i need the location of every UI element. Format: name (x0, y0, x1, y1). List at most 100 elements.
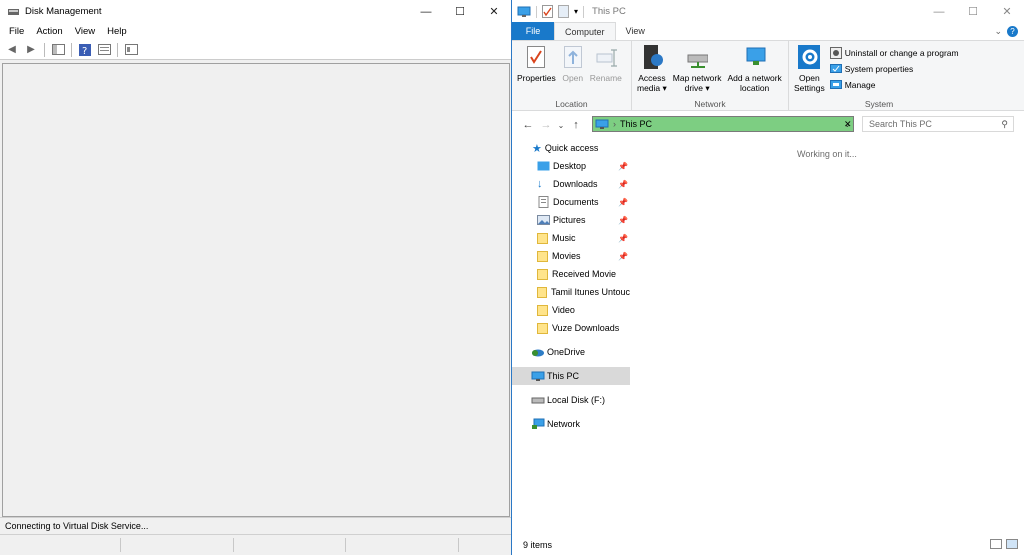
title-bar[interactable]: Disk Management — ☐ ✕ (0, 0, 511, 23)
nav-label: Received Movie (552, 269, 617, 279)
details-view-icon[interactable] (990, 539, 1002, 549)
nav-documents[interactable]: Documents 📌 (512, 193, 630, 211)
open-label: Open (562, 73, 584, 83)
forward-arrow-icon[interactable]: → (537, 119, 555, 131)
up-arrow-icon[interactable]: ↑ (567, 119, 585, 131)
svg-text:?: ? (82, 46, 87, 56)
maximize-button[interactable]: ☐ (956, 0, 990, 23)
back-arrow-icon[interactable]: ◀ (4, 43, 20, 57)
address-text: This PC (620, 119, 653, 129)
manage-icon (829, 79, 842, 89)
address-bar-row: ← → ⌄ ↑ › This PC ⌄ ✕ Search This PC ⚲ (512, 111, 1024, 139)
pin-icon: 📌 (618, 179, 628, 189)
menu-action[interactable]: Action (30, 26, 68, 37)
console-view-icon[interactable] (123, 43, 139, 57)
nav-movies[interactable]: Movies 📌 (512, 247, 630, 265)
nav-label: Local Disk (F:) (547, 395, 606, 405)
recent-locations-icon[interactable]: ⌄ (555, 121, 567, 130)
file-explorer-window: ▾ This PC — ☐ ✕ File Computer View ⌄ ? P… (512, 0, 1024, 555)
map-drive-label: Map network (672, 73, 722, 83)
pin-icon: 📌 (618, 251, 628, 261)
uninstall-program-button[interactable]: Uninstall or change a program (829, 46, 959, 59)
expand-ribbon-icon[interactable]: ⌄ (994, 26, 1002, 36)
customize-qat-icon[interactable]: ▾ (574, 7, 578, 16)
title-bar[interactable]: ▾ This PC — ☐ ✕ (512, 0, 1024, 23)
download-arrow-icon: ↓ (537, 178, 543, 190)
folder-icon (537, 232, 548, 244)
menu-view[interactable]: View (69, 26, 101, 37)
search-input[interactable]: Search This PC ⚲ (862, 116, 1014, 132)
large-icons-view-icon[interactable] (1006, 539, 1018, 549)
nav-label: Tamil Itunes Untouc (550, 287, 630, 297)
system-group-label: System (864, 99, 894, 109)
uninstall-label: Uninstall or change a program (844, 47, 959, 58)
properties-icon (525, 44, 547, 70)
desktop-icon (537, 161, 550, 170)
nav-downloads[interactable]: ↓ Downloads 📌 (512, 175, 630, 193)
back-arrow-icon[interactable]: ← (519, 119, 537, 131)
tab-file[interactable]: File (512, 22, 554, 40)
network-drive-icon (686, 44, 709, 70)
access-media-label: Access (638, 73, 666, 83)
close-button[interactable]: ✕ (477, 0, 511, 23)
properties-quick-icon[interactable] (542, 5, 553, 18)
help-icon[interactable]: ? (77, 43, 93, 57)
file-list-pane[interactable]: Working on it... (632, 139, 1024, 535)
address-bar[interactable]: › This PC ⌄ (592, 116, 854, 132)
nav-received-movie[interactable]: Received Movie (512, 265, 630, 283)
menu-help[interactable]: Help (101, 26, 133, 37)
system-properties-button[interactable]: System properties (829, 62, 959, 75)
minimize-button[interactable]: — (922, 0, 956, 23)
this-pc-icon (517, 6, 531, 17)
system-group: Open Settings Uninstall or change a progr… (789, 41, 969, 111)
properties-view-icon[interactable] (96, 43, 112, 57)
nav-music[interactable]: Music 📌 (512, 229, 630, 247)
location-group-label: Location (555, 99, 588, 109)
menu-file[interactable]: File (3, 26, 30, 37)
rename-label: Rename (589, 73, 622, 83)
folder-icon (537, 304, 548, 316)
maximize-button[interactable]: ☐ (443, 0, 477, 23)
properties-label: Properties (517, 73, 556, 83)
nav-local-disk[interactable]: Local Disk (F:) (512, 391, 630, 409)
nav-label: Desktop (553, 161, 587, 171)
star-icon: ★ (532, 142, 542, 155)
manage-button[interactable]: Manage (829, 78, 959, 91)
tab-view[interactable]: View (616, 22, 655, 40)
menu-bar: File Action View Help (0, 23, 511, 40)
show-hide-tree-icon[interactable] (50, 43, 66, 57)
folder-icon (537, 268, 548, 280)
close-button[interactable]: ✕ (990, 0, 1024, 23)
nav-vuze-downloads[interactable]: Vuze Downloads (512, 319, 630, 337)
nav-onedrive[interactable]: OneDrive (512, 343, 630, 361)
nav-this-pc[interactable]: This PC (512, 367, 630, 385)
new-folder-quick-icon[interactable] (558, 5, 569, 18)
nav-desktop[interactable]: Desktop 📌 (512, 157, 630, 175)
loading-text: Working on it... (797, 149, 857, 159)
stop-loading-icon[interactable]: ✕ (844, 119, 852, 130)
pin-icon: 📌 (618, 215, 628, 225)
nav-pictures[interactable]: Pictures 📌 (512, 211, 630, 229)
nav-tamil-itunes[interactable]: Tamil Itunes Untouc (512, 283, 630, 301)
folder-icon (537, 322, 548, 334)
onedrive-cloud-icon (532, 349, 544, 357)
nav-label: This PC (547, 371, 580, 381)
open-settings-label: Open (798, 73, 820, 83)
settings-gear-icon (798, 44, 821, 70)
nav-label: Documents (553, 197, 599, 207)
minimize-button[interactable]: — (409, 0, 443, 23)
this-pc-icon (595, 119, 609, 129)
folder-icon (537, 250, 548, 262)
disk-list-pane[interactable] (2, 63, 510, 517)
breadcrumb-chevron-icon: › (613, 119, 616, 129)
tab-computer[interactable]: Computer (554, 22, 616, 40)
forward-arrow-icon[interactable]: ▶ (23, 43, 39, 57)
pin-icon: 📌 (618, 161, 628, 171)
this-pc-icon (531, 371, 545, 381)
window-title: This PC (592, 6, 626, 17)
help-icon[interactable]: ? (1007, 26, 1018, 37)
nav-video[interactable]: Video (512, 301, 630, 319)
nav-label: Music (552, 233, 576, 243)
nav-network[interactable]: Network (512, 415, 630, 433)
nav-quick-access[interactable]: ★ Quick access (512, 139, 630, 157)
